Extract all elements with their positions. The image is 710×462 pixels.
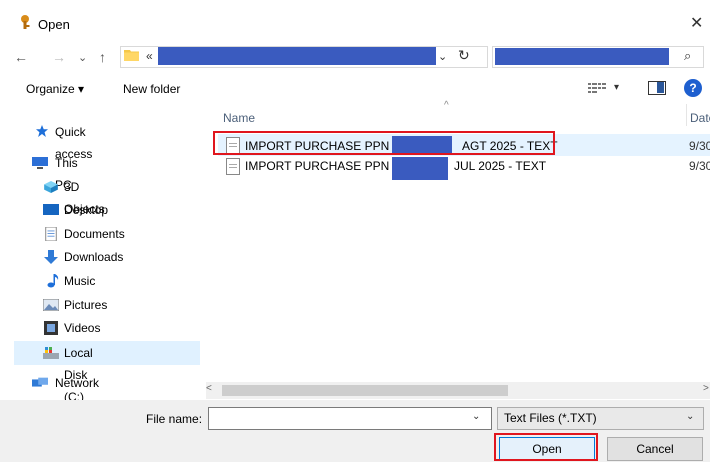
close-icon[interactable]: ✕	[690, 13, 703, 33]
text-file-icon-line	[229, 167, 237, 168]
text-file-icon-line	[229, 164, 237, 165]
sort-ascending-icon: ^	[444, 100, 449, 111]
column-divider[interactable]	[686, 104, 687, 126]
nav-label: Music	[64, 274, 96, 288]
star-icon	[36, 125, 48, 137]
organize-button[interactable]: Organize ▾	[26, 82, 84, 96]
scroll-left-icon[interactable]: <	[206, 383, 212, 394]
nav-label: Pictures	[64, 298, 108, 312]
new-folder-button[interactable]: New folder	[123, 82, 180, 96]
annotation-highlight-box	[494, 433, 598, 461]
nav-label: Documents	[64, 227, 125, 241]
key-icon	[21, 15, 30, 29]
download-icon	[44, 250, 58, 264]
network-icon	[32, 377, 48, 387]
address-dropdown-icon[interactable]: ⌄	[438, 50, 447, 63]
nav-label: Videos	[64, 321, 101, 335]
pictures-icon	[43, 299, 59, 311]
nav-label: Network	[55, 376, 100, 390]
drive-icon	[43, 347, 59, 359]
nav-label: Downloads	[64, 250, 124, 264]
music-icon	[47, 274, 59, 288]
annotation-highlight-box	[213, 131, 555, 155]
view-options-chevron-icon[interactable]: ▾	[614, 82, 619, 93]
videos-icon	[44, 321, 58, 335]
file-name-input[interactable]	[208, 407, 492, 430]
title-bar	[0, 0, 710, 40]
breadcrumb-overflow[interactable]: «	[146, 49, 153, 63]
cube-icon	[44, 181, 58, 193]
preview-pane-fill	[657, 82, 664, 93]
nav-selection-highlight	[14, 341, 200, 365]
column-header-date[interactable]: Date	[690, 111, 710, 125]
forward-icon[interactable]: →	[52, 49, 66, 65]
table-row[interactable]: IMPORT PURCHASE PPN - JUL 2025 - TEXT 9/…	[220, 157, 710, 180]
file-name-prefix: IMPORT PURCHASE PPN -	[245, 159, 397, 173]
scroll-right-icon[interactable]: >	[703, 383, 709, 394]
folder-icon	[124, 50, 139, 61]
window-title: Open	[38, 17, 70, 32]
help-icon[interactable]: ?	[684, 79, 702, 97]
file-date: 9/30	[689, 139, 710, 153]
redacted-path	[158, 47, 436, 65]
computer-icon	[32, 157, 48, 169]
file-name-suffix: JUL 2025 - TEXT	[454, 159, 547, 173]
column-header-name[interactable]: Name	[223, 111, 255, 125]
back-icon[interactable]: ←	[14, 49, 28, 65]
search-icon[interactable]: ⌕	[684, 48, 691, 64]
redacted-search-text	[495, 48, 669, 65]
file-name-dropdown-icon[interactable]: ⌄	[472, 411, 480, 422]
cancel-button[interactable]: Cancel	[607, 437, 703, 461]
file-type-value: Text Files (*.TXT)	[504, 411, 597, 425]
recent-locations-chevron-icon[interactable]: ⌄	[78, 51, 87, 64]
file-type-dropdown-icon[interactable]: ⌄	[686, 411, 694, 422]
up-icon[interactable]: ↑	[99, 49, 106, 65]
documents-icon	[45, 227, 57, 241]
file-name-label: File name:	[146, 412, 203, 426]
file-date: 9/30	[689, 159, 710, 173]
nav-label: Desktop	[64, 203, 109, 217]
redacted-filename-part	[392, 157, 448, 180]
refresh-icon[interactable]: ↻	[458, 47, 470, 64]
scrollbar-thumb[interactable]	[222, 385, 508, 396]
desktop-icon	[43, 204, 59, 215]
view-options-icon[interactable]	[588, 82, 606, 94]
